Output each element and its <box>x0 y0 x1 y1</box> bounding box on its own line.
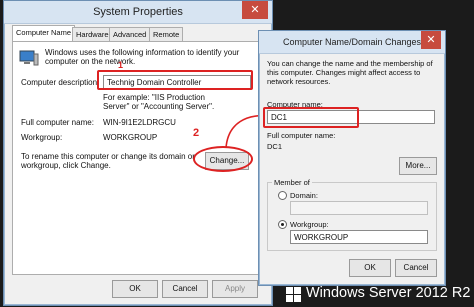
workgroup-radio[interactable] <box>278 220 287 229</box>
description-highlight <box>97 70 253 90</box>
intro-text: Windows uses the following information t… <box>45 48 240 66</box>
ok-button[interactable]: OK <box>112 280 158 298</box>
workgroup-label: Workgroup: <box>21 133 63 142</box>
computer-name-highlight <box>263 107 359 128</box>
dialog-workgroup-label: Workgroup: <box>290 220 329 229</box>
member-of-group: Member of Domain: Workgroup: WORKGROUP <box>267 178 437 251</box>
full-name-value: WIN-9I1E2LDRGCU <box>103 118 176 127</box>
domain-input <box>290 201 428 215</box>
dialog-ok-button[interactable]: OK <box>349 259 391 277</box>
dialog-intro-text: You can change the name and the membersh… <box>267 59 433 86</box>
window-title: System Properties <box>93 6 183 18</box>
apply-button[interactable]: Apply <box>212 280 258 298</box>
dialog-title: Computer Name/Domain Changes <box>282 37 422 47</box>
watermark-text: Windows Server 2012 R2 <box>306 285 471 301</box>
title-bar: System Properties ✕ <box>4 1 272 24</box>
dialog-title-bar: Computer Name/Domain Changes ✕ <box>259 31 445 54</box>
tab-remote[interactable]: Remote <box>149 27 184 42</box>
domain-label: Domain: <box>290 191 318 200</box>
close-button[interactable]: ✕ <box>242 1 268 19</box>
computer-name-dialog: Computer Name/Domain Changes ✕ You can c… <box>258 30 446 286</box>
cancel-button[interactable]: Cancel <box>162 280 208 298</box>
workgroup-input[interactable]: WORKGROUP <box>290 230 428 244</box>
dialog-full-name-label: Full computer name: <box>267 131 336 140</box>
rename-text: To rename this computer or change its do… <box>21 152 195 170</box>
example-text: For example: "IIS Production Server" or … <box>103 93 215 111</box>
tab-advanced[interactable]: Advanced <box>109 27 151 42</box>
dialog-full-name-value: DC1 <box>267 142 283 151</box>
dialog-close-button[interactable]: ✕ <box>421 31 441 49</box>
more-button[interactable]: More... <box>399 157 437 175</box>
dialog-cancel-button[interactable]: Cancel <box>395 259 437 277</box>
description-label: Computer description: <box>21 78 100 87</box>
member-of-label: Member of <box>272 178 312 187</box>
annotation-one: 1 <box>118 60 124 70</box>
full-name-label: Full computer name: <box>21 118 94 127</box>
tab-computer-name[interactable]: Computer Name <box>12 25 76 42</box>
windows-logo-icon <box>286 287 302 303</box>
domain-radio[interactable] <box>278 191 287 200</box>
computer-icon <box>19 50 39 66</box>
tab-hardware[interactable]: Hardware <box>72 27 113 42</box>
workgroup-value: WORKGROUP <box>103 133 158 142</box>
annotation-two: 2 <box>193 127 200 139</box>
